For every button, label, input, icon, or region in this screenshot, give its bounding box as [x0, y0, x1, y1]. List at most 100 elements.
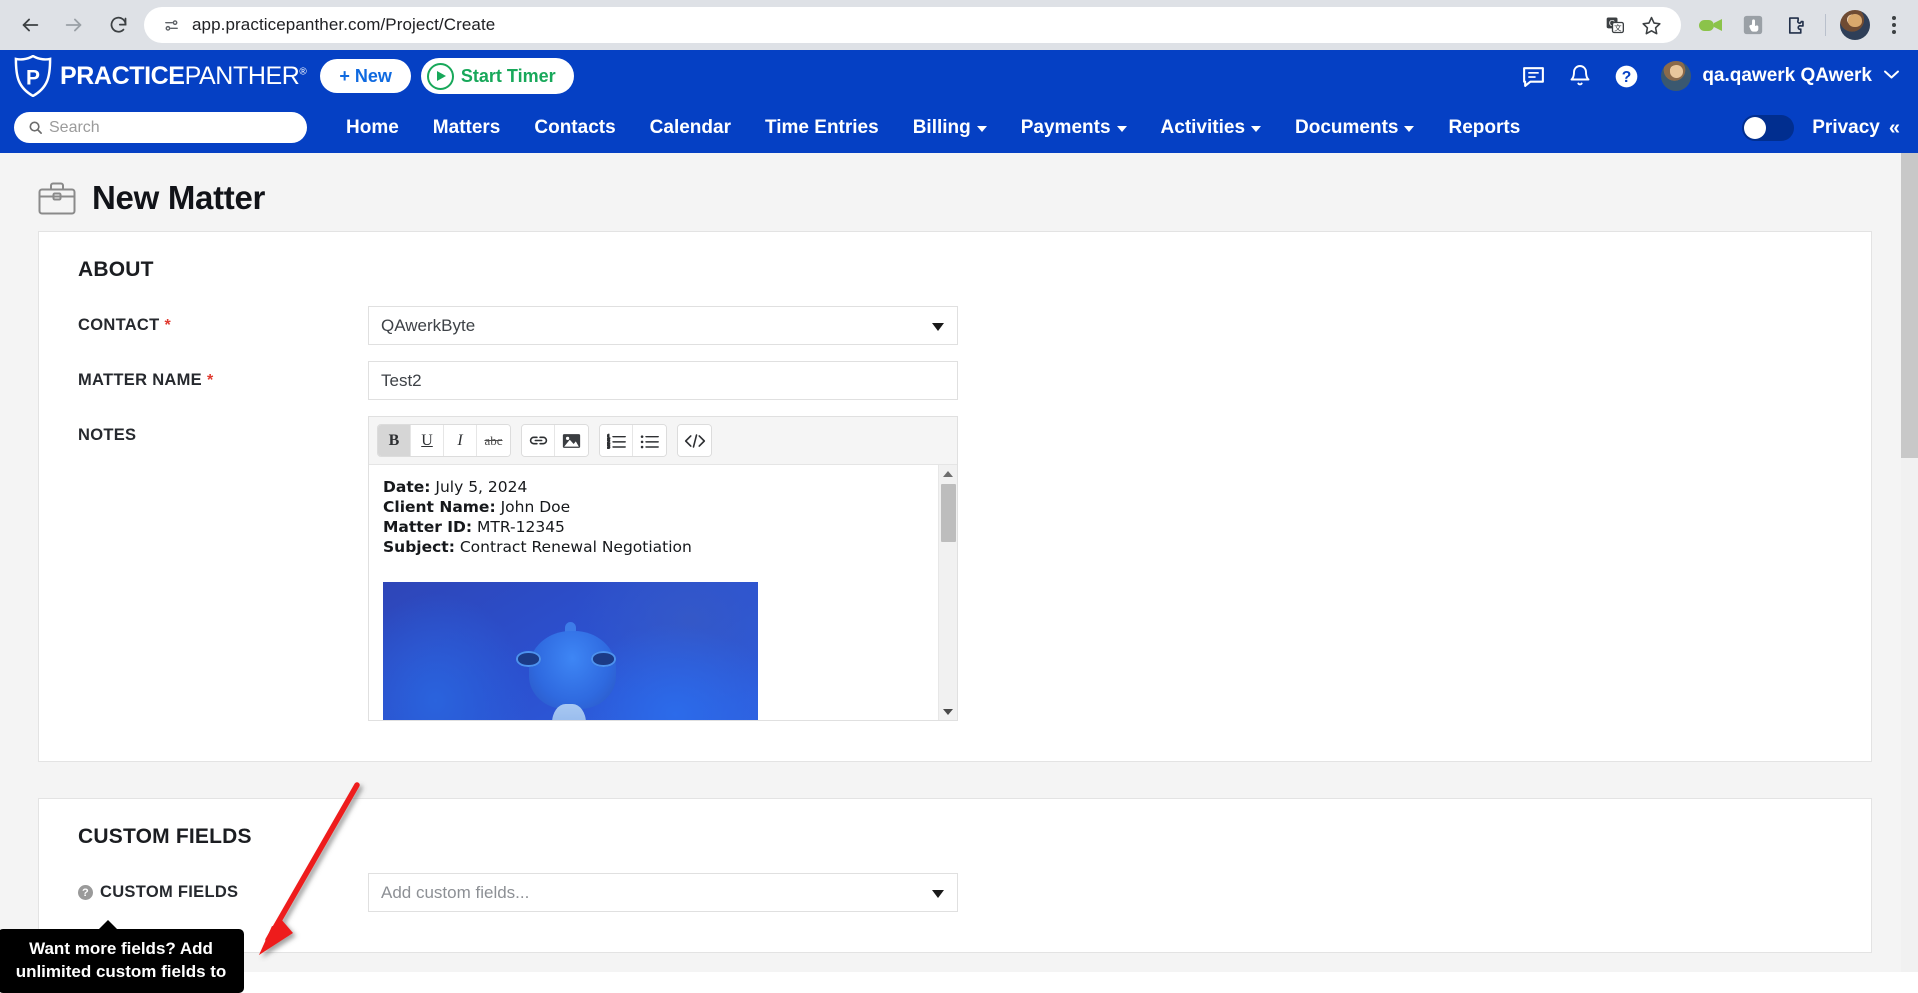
nav-item-contacts[interactable]: Contacts — [517, 117, 632, 139]
messages-icon[interactable] — [1521, 64, 1546, 89]
privacy-toggle-knob — [1744, 116, 1767, 139]
help-question-icon[interactable]: ? — [78, 885, 93, 900]
contact-select[interactable]: QAwerkByte — [368, 306, 958, 345]
custom-fields-row: ? CUSTOM FIELDS Add custom fields... — [39, 873, 1871, 912]
note-line: Date: July 5, 2024 — [383, 477, 943, 497]
nav-item-payments[interactable]: Payments — [1004, 117, 1144, 139]
new-button[interactable]: + New — [320, 59, 411, 93]
site-info-icon[interactable] — [158, 12, 184, 38]
nav-item-matters[interactable]: Matters — [416, 117, 518, 139]
search-input[interactable] — [49, 118, 293, 137]
app-logo-text: PRACTICEPANTHER® — [60, 61, 307, 91]
note-line: Client Name: John Doe — [383, 497, 943, 517]
page-content: New Matter ABOUT CONTACT * QAwerkByte MA… — [0, 153, 1918, 972]
app-logo[interactable]: P PRACTICEPANTHER® — [14, 55, 307, 97]
browser-profile-avatar[interactable] — [1840, 10, 1870, 40]
global-search[interactable] — [14, 112, 307, 143]
user-menu[interactable]: qa.qawerk QAwerk — [1661, 61, 1900, 91]
link-icon[interactable] — [522, 425, 555, 456]
matter-name-input[interactable]: Test2 — [368, 361, 958, 400]
notes-editor[interactable]: B U I abc 1 2 3 Date: July 5, 2024 Clien… — [368, 416, 958, 721]
nav-item-activities[interactable]: Activities — [1144, 117, 1278, 139]
custom-fields-label: ? CUSTOM FIELDS — [78, 873, 368, 902]
privacy-label: Privacy — [1812, 116, 1880, 138]
nav-item-matters-label: Matters — [432, 116, 501, 138]
privacy-collapse-button[interactable]: Privacy « — [1812, 117, 1900, 139]
custom-fields-field[interactable]: Add custom fields... — [368, 873, 958, 912]
privacy-toggle[interactable] — [1742, 114, 1795, 141]
briefcase-icon — [38, 182, 76, 215]
image-icon[interactable] — [555, 425, 588, 456]
page-scroll-thumb[interactable] — [1901, 153, 1918, 458]
user-avatar — [1661, 61, 1692, 91]
contact-field[interactable]: QAwerkByte — [368, 306, 958, 345]
screen-capture-extension-icon[interactable] — [1737, 9, 1769, 41]
source-code-icon[interactable] — [678, 425, 711, 456]
bold-icon[interactable]: B — [378, 425, 411, 456]
notifications-bell-icon[interactable] — [1568, 64, 1592, 88]
browser-extensions — [1689, 7, 1908, 43]
notes-content[interactable]: Date: July 5, 2024 Client Name: John Doe… — [369, 465, 957, 720]
italic-icon[interactable]: I — [444, 425, 477, 456]
logo-registered-mark: ® — [299, 66, 307, 78]
chameleon-eye-right — [591, 651, 616, 667]
required-marker: * — [164, 316, 172, 334]
matter-name-label-text: MATTER NAME — [78, 371, 202, 389]
forward-icon[interactable] — [54, 5, 94, 45]
matter-name-field[interactable]: Test2 — [368, 361, 958, 400]
nav-item-home[interactable]: Home — [329, 117, 416, 139]
loom-extension-icon[interactable] — [1695, 9, 1727, 41]
nav-item-reports[interactable]: Reports — [1431, 117, 1537, 139]
back-icon[interactable] — [10, 5, 50, 45]
user-menu-chevron-down-icon — [1883, 67, 1900, 85]
note-line-label: Date: — [383, 478, 431, 496]
nav-item-documents[interactable]: Documents — [1278, 117, 1431, 139]
editor-body[interactable]: Date: July 5, 2024 Client Name: John Doe… — [369, 465, 957, 720]
contact-label-text: CONTACT — [78, 316, 160, 334]
page-scrollbar[interactable] — [1901, 153, 1918, 972]
user-name-label: qa.qawerk QAwerk — [1702, 65, 1872, 86]
scroll-up-arrow-icon[interactable] — [939, 465, 957, 482]
editor-scroll-thumb[interactable] — [941, 484, 956, 542]
svg-text:P: P — [26, 67, 40, 90]
toolbar-divider — [1825, 14, 1826, 36]
chevron-down-icon — [976, 126, 987, 132]
logo-bold-part: PRACTICE — [60, 61, 185, 90]
translate-icon[interactable]: G文 — [1599, 9, 1631, 41]
page-title: New Matter — [92, 179, 266, 216]
scroll-down-arrow-icon[interactable] — [939, 703, 957, 720]
browser-menu-icon[interactable] — [1880, 7, 1908, 43]
browser-toolbar: app.practicepanther.com/Project/Create G… — [0, 0, 1918, 50]
note-line-label: Subject: — [383, 538, 455, 557]
nav-right-actions: Privacy « — [1742, 114, 1900, 141]
nav-item-billing[interactable]: Billing — [896, 117, 1004, 139]
bookmark-star-icon[interactable] — [1635, 9, 1667, 41]
note-line-value: Contract Renewal Negotiation — [459, 538, 692, 557]
help-icon[interactable]: ? — [1614, 64, 1639, 89]
panther-shield-icon: P — [14, 55, 52, 97]
nav-item-documents-label: Documents — [1295, 116, 1399, 138]
main-navigation: Home Matters Contacts Calendar Time Entr… — [0, 102, 1918, 153]
start-timer-button[interactable]: Start Timer — [420, 58, 574, 94]
note-line: Matter ID: MTR-12345 — [383, 517, 943, 537]
chevron-down-icon — [1116, 126, 1127, 132]
custom-fields-select[interactable]: Add custom fields... — [368, 873, 958, 912]
strikethrough-icon[interactable]: abc — [477, 425, 510, 456]
address-bar[interactable]: app.practicepanther.com/Project/Create G… — [144, 7, 1681, 43]
nav-links: Home Matters Contacts Calendar Time Entr… — [329, 117, 1537, 139]
note-line-label: Matter ID: — [383, 518, 473, 537]
editor-toolbar: B U I abc 1 2 3 — [369, 417, 957, 465]
unordered-list-icon[interactable] — [633, 425, 666, 456]
editor-scrollbar[interactable] — [938, 465, 957, 720]
extensions-puzzle-icon[interactable] — [1779, 9, 1811, 41]
underline-icon[interactable]: U — [411, 425, 444, 456]
nav-item-calendar[interactable]: Calendar — [633, 117, 748, 139]
nav-item-time-entries[interactable]: Time Entries — [748, 117, 896, 139]
notes-label: NOTES — [78, 416, 368, 445]
app-header: P PRACTICEPANTHER® + New Start Timer ? q… — [0, 50, 1918, 102]
ordered-list-icon[interactable]: 123 — [600, 425, 633, 456]
custom-fields-section-title: CUSTOM FIELDS — [78, 825, 252, 848]
reload-icon[interactable] — [98, 5, 138, 45]
chameleon-eye-left — [516, 651, 541, 667]
tooltip-arrow — [98, 920, 118, 930]
